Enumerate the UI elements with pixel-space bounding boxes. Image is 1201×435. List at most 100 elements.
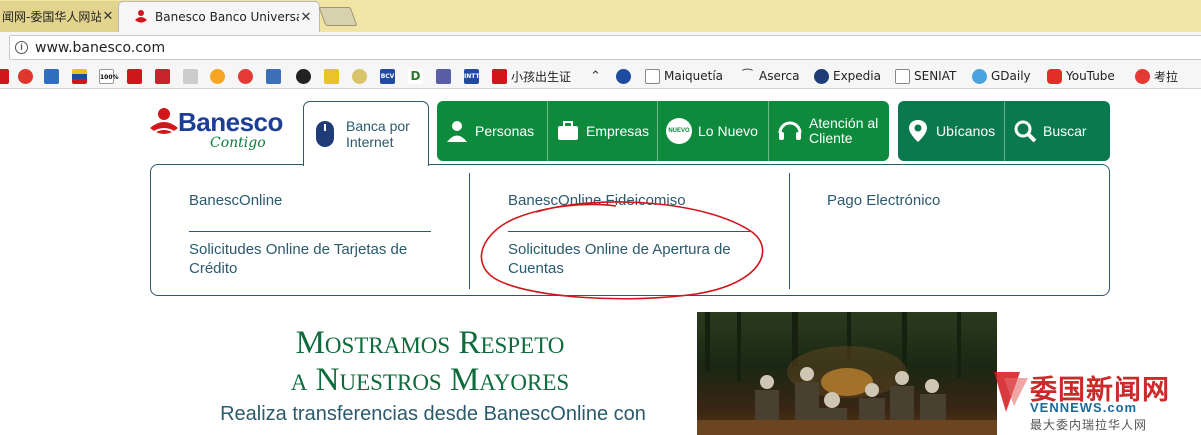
- nav-banca-por-internet[interactable]: Banca por Internet: [303, 101, 429, 166]
- main-nav-group: Personas Empresas NUEVO Lo Nuevo Atenció…: [437, 101, 889, 161]
- bookmark-icon-only[interactable]: [18, 68, 37, 84]
- address-bar[interactable]: i www.banesco.com: [9, 35, 1201, 60]
- banesco-icon: [18, 68, 33, 84]
- swoosh-icon: ⁀: [742, 68, 753, 83]
- vennews-logo-icon: [994, 372, 1028, 412]
- bookmark-yellow-icon: [324, 68, 339, 84]
- watermark-slogan: 最大委内瑞拉华人网: [1030, 418, 1148, 432]
- nav-buscar[interactable]: Buscar: [1004, 101, 1110, 161]
- bookmark-gray-icon: [183, 68, 198, 84]
- hero-subtitle: Realiza transferencias desde BanescOnlin…: [220, 403, 646, 425]
- bookmark-icon-only[interactable]: 100%: [99, 68, 119, 84]
- tab-active[interactable]: Banesco Banco Universal ✕: [118, 1, 320, 32]
- bookmark-item[interactable]: GDaily: [972, 68, 1031, 84]
- bookmark-label: Aserca: [759, 69, 800, 83]
- column-divider: [789, 173, 790, 289]
- bookmark-label: 考拉: [1154, 69, 1179, 84]
- browser-tab-bar: 闻网-委国华人网站 ✕ Banesco Banco Universal ✕: [0, 0, 1201, 32]
- globe-icon: [814, 68, 829, 84]
- vennews-watermark: 委国新闻网 VENNEWS.com 最大委内瑞拉华人网: [990, 366, 1201, 435]
- bookmark-gold-icon: [352, 68, 367, 84]
- tab-title: 闻网-委国华人网站: [2, 10, 101, 24]
- hero-image[interactable]: [697, 312, 997, 435]
- bookmark-item[interactable]: Maiquetía: [645, 68, 723, 84]
- bookmark-blue-icon: [266, 68, 281, 84]
- d-icon: D: [408, 68, 423, 84]
- page-icon: [895, 68, 910, 84]
- new-tab-button[interactable]: [318, 7, 358, 26]
- dropdown-link-solicitudes-tarjetas[interactable]: Solicitudes Online de Tarjetas de Crédit…: [189, 240, 439, 278]
- koala-icon: [1135, 68, 1150, 84]
- tab-inactive[interactable]: 闻网-委国华人网站 ✕: [0, 1, 122, 32]
- page-icon: [645, 68, 660, 84]
- campfire-scene-image: [697, 312, 997, 435]
- headset-icon: [778, 121, 802, 140]
- bookmark-red-icon: [127, 68, 142, 84]
- watermark-domain: VENNEWS.com: [1030, 400, 1138, 415]
- bookmark-icon-only[interactable]: D: [408, 68, 427, 84]
- bookmark-icon-only[interactable]: [72, 68, 91, 84]
- bookmark-blue-icon: [616, 68, 631, 84]
- bookmark-icon-only[interactable]: [266, 68, 285, 84]
- bookmark-icon-only[interactable]: ⌃: [588, 68, 607, 84]
- bookmark-icon-only[interactable]: BCV: [380, 68, 399, 84]
- bookmark-label: GDaily: [991, 69, 1031, 83]
- bookmark-label: Expedia: [833, 69, 881, 83]
- bookmark-item[interactable]: SENIAT: [895, 68, 956, 84]
- close-icon[interactable]: ✕: [101, 9, 115, 24]
- bookmarks-bar: 100% BCV D INTT 小孩出生证 ⌃ Maiquetía ⁀ Aser…: [0, 63, 1201, 89]
- bookmark-item[interactable]: 小孩出生证: [492, 68, 571, 84]
- bookmark-icon-only[interactable]: [127, 68, 146, 84]
- bookmark-item[interactable]: ⁀ Aserca: [740, 68, 800, 84]
- mouse-icon: [316, 121, 334, 147]
- bookmark-orange-icon: [210, 68, 225, 84]
- nav-ubicanos[interactable]: Ubícanos: [898, 101, 1004, 161]
- banesco-logo[interactable]: Banesco Contigo: [148, 102, 296, 154]
- bookmark-icon-only[interactable]: [44, 68, 63, 84]
- close-icon[interactable]: ✕: [299, 10, 313, 25]
- bookmark-item[interactable]: 考拉: [1135, 68, 1178, 84]
- dropdown-link-banesconline[interactable]: BanescOnline: [189, 191, 282, 210]
- hero-title-line: a Nuestros Mayores: [290, 362, 570, 398]
- bookmark-icon-only[interactable]: [155, 68, 174, 84]
- nav-lo-nuevo[interactable]: NUEVO Lo Nuevo: [657, 101, 768, 161]
- bird-icon: ⌃: [590, 68, 601, 84]
- bookmark-red-icon: [155, 68, 170, 84]
- url-text[interactable]: www.banesco.com: [35, 40, 165, 56]
- bookmark-item[interactable]: Expedia: [814, 68, 881, 84]
- bookmark-icon-only[interactable]: INTT: [464, 68, 483, 84]
- search-icon: [1014, 120, 1037, 143]
- utility-nav-group: Ubícanos Buscar: [898, 101, 1110, 161]
- bookmark-icon-only[interactable]: [296, 68, 315, 84]
- bookmark-icon-only[interactable]: [324, 68, 343, 84]
- bookmark-label: SENIAT: [914, 69, 957, 83]
- bookmark-icon-only[interactable]: [183, 68, 202, 84]
- bookmark-100-icon: 100%: [99, 68, 119, 84]
- nav-empresas[interactable]: Empresas: [547, 101, 657, 161]
- banesco-favicon-icon: [135, 10, 147, 23]
- bookmark-dark-icon: [296, 68, 311, 84]
- location-pin-icon: [909, 120, 927, 142]
- bookmark-label: 小孩出生证: [511, 69, 572, 84]
- nav-personas[interactable]: Personas: [437, 101, 547, 161]
- nav-label: Banca por Internet: [346, 118, 410, 150]
- bookmark-label: YouTube: [1066, 69, 1115, 83]
- bcv-icon: BCV: [380, 68, 395, 84]
- nav-atencion-al-cliente[interactable]: Atención al Cliente: [768, 101, 889, 161]
- annotation-circle: [480, 201, 764, 300]
- hero-title: Mostramos Respeto a Nuestros Mayores: [200, 325, 660, 399]
- bookmark-icon-only[interactable]: [0, 68, 13, 84]
- info-icon[interactable]: i: [15, 41, 28, 54]
- bookmark-icon-only[interactable]: [210, 68, 229, 84]
- person-icon: [447, 121, 467, 142]
- bookmark-icon-only[interactable]: [352, 68, 371, 84]
- dropdown-link-pago-electronico[interactable]: Pago Electrónico: [827, 191, 940, 210]
- bookmark-icon-only[interactable]: [616, 68, 635, 84]
- bookmark-item[interactable]: YouTube: [1047, 68, 1115, 84]
- bookmark-icon-only[interactable]: [436, 68, 455, 84]
- bookmark-icon-only[interactable]: [238, 68, 257, 84]
- youtube-icon: [1047, 68, 1062, 84]
- briefcase-icon: [558, 121, 578, 140]
- intt-icon: INTT: [464, 68, 480, 84]
- logo-tagline: Contigo: [210, 135, 266, 151]
